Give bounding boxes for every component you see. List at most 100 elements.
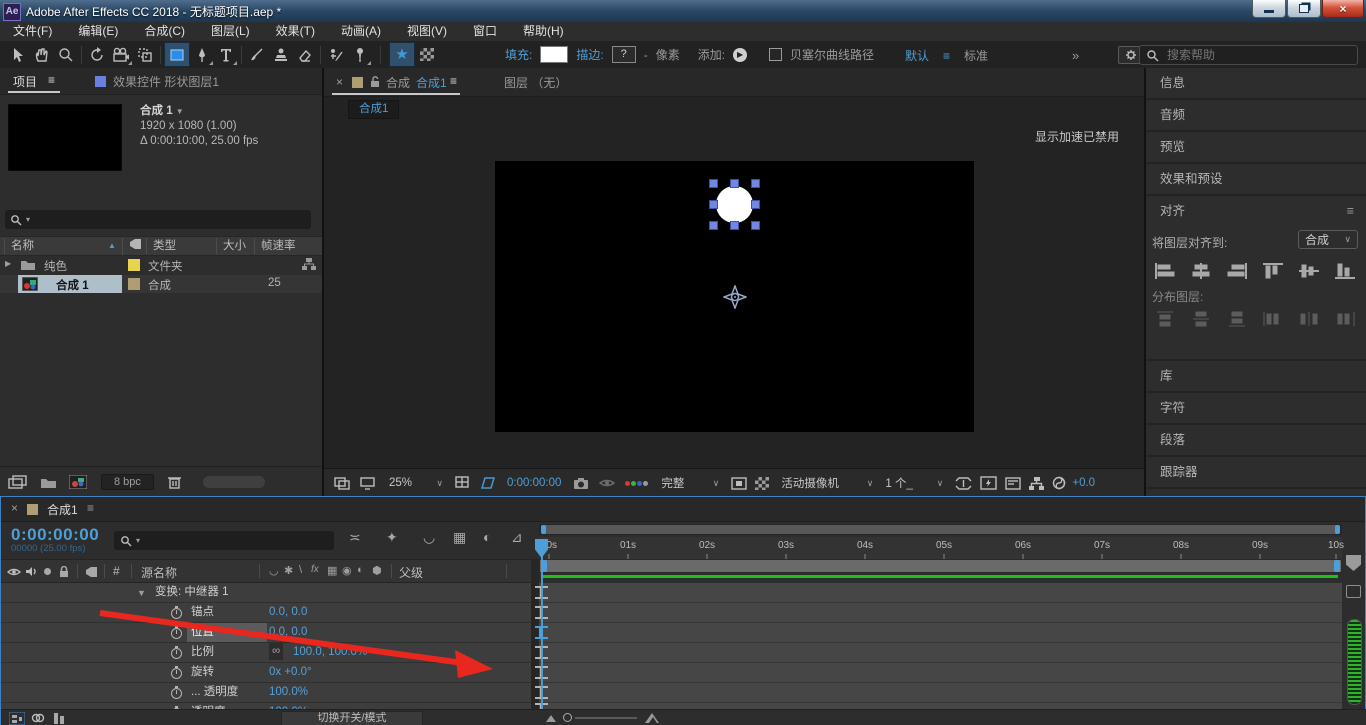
selection-handle[interactable]: [730, 221, 739, 230]
toggle-switches-modes-button[interactable]: 切换开关/模式: [281, 711, 423, 725]
minimize-button[interactable]: [1252, 0, 1286, 18]
clone-stamp-tool[interactable]: [269, 43, 293, 66]
group-label[interactable]: 变换: 中继器 1: [155, 583, 228, 602]
column-framerate[interactable]: 帧速率: [254, 238, 321, 254]
close-button[interactable]: ×: [1322, 0, 1364, 18]
align-right-button[interactable]: [1226, 262, 1250, 282]
trash-icon[interactable]: [168, 475, 181, 489]
composition-mini-flowchart-icon[interactable]: ≍: [349, 529, 361, 546]
label-color-swatch[interactable]: [128, 278, 140, 290]
align-left-button[interactable]: [1154, 262, 1178, 282]
timeline-search-input[interactable]: [140, 532, 328, 549]
help-search-input[interactable]: [1165, 47, 1351, 63]
hand-tool[interactable]: [30, 43, 54, 66]
stopwatch-icon[interactable]: [171, 688, 182, 699]
viewer-tab-comp-label[interactable]: 合成: [386, 74, 410, 91]
menu-item-view[interactable]: 视图(V): [394, 22, 460, 41]
brush-tool[interactable]: [245, 43, 269, 66]
track-area[interactable]: [539, 583, 1342, 709]
panel-preview[interactable]: 预览: [1146, 132, 1366, 164]
workspace-standard[interactable]: 标准: [964, 47, 988, 64]
camera-tool[interactable]: [109, 43, 133, 66]
stopwatch-icon[interactable]: [171, 608, 182, 619]
align-center-horizontal-button[interactable]: [1190, 262, 1214, 282]
property-value[interactable]: 100.0, 100.0%: [293, 643, 367, 662]
fast-preview-icon[interactable]: [980, 476, 997, 490]
add-menu-button[interactable]: ▶: [733, 48, 747, 62]
project-search-input[interactable]: [30, 211, 306, 228]
distribute-vcenter-button[interactable]: [1190, 310, 1214, 330]
distribute-left-button[interactable]: [1262, 310, 1286, 330]
camera-view-dropdown[interactable]: 活动摄像机∨: [777, 475, 877, 491]
panel-align-header[interactable]: 对齐 ≡: [1146, 196, 1366, 226]
property-value[interactable]: 0x +0.0°: [269, 663, 312, 682]
pen-tool[interactable]: [190, 43, 214, 66]
tab-effect-controls[interactable]: 效果控件 形状图层1: [113, 73, 219, 90]
horizontal-scrollbar[interactable]: [203, 476, 265, 488]
frame-blending-icon[interactable]: ▦: [453, 529, 466, 546]
hide-shy-layers-icon[interactable]: ◡: [423, 529, 435, 546]
timeline-search[interactable]: ▾: [114, 531, 334, 550]
framerate-switch-icon[interactable]: \: [299, 564, 302, 576]
rotation-tool[interactable]: [85, 43, 109, 66]
viewer-tab-comp-name[interactable]: 合成1: [416, 74, 447, 91]
label-color-swatch[interactable]: [128, 259, 140, 271]
zoom-slider-knob[interactable]: [563, 713, 572, 722]
menu-item-help[interactable]: 帮助(H): [510, 22, 577, 41]
selection-handle[interactable]: [751, 221, 760, 230]
menu-item-window[interactable]: 窗口: [460, 22, 510, 41]
zoom-tool[interactable]: [54, 43, 78, 66]
interpret-footage-icon[interactable]: [8, 475, 28, 489]
lock-icon[interactable]: [59, 566, 69, 578]
property-row-anchor[interactable]: 锚点 0.0, 0.0: [1, 603, 531, 623]
effects-switch-icon[interactable]: ✱: [284, 564, 293, 577]
stroke-label[interactable]: 描边:: [576, 46, 603, 63]
work-area-bar[interactable]: [539, 559, 1342, 573]
fill-label[interactable]: 填充:: [505, 46, 532, 63]
grid-guides-icon[interactable]: [455, 476, 471, 490]
channel-dropdown[interactable]: 完整∨: [657, 475, 723, 491]
puppet-pin-tool[interactable]: [348, 43, 372, 66]
label-tag-icon[interactable]: [85, 566, 98, 578]
show-snapshot-eye-icon[interactable]: [599, 478, 615, 488]
sort-ascending-icon[interactable]: ▲: [108, 241, 116, 250]
property-label[interactable]: 位置: [191, 623, 214, 642]
stopwatch-icon[interactable]: [171, 668, 182, 679]
zoom-in-mountain-icon[interactable]: [645, 712, 659, 723]
audio-speaker-icon[interactable]: [26, 566, 37, 577]
expand-icon[interactable]: ▶: [5, 259, 11, 268]
playhead-line[interactable]: [541, 539, 543, 709]
composition-canvas[interactable]: [495, 161, 974, 432]
column-size[interactable]: 大小: [216, 238, 257, 254]
panel-libraries[interactable]: 库: [1146, 361, 1366, 393]
time-ruler[interactable]: 00s 01s 02s 03s 04s 05s 06s 07s 08s 09s …: [539, 537, 1342, 560]
menu-item-layer[interactable]: 图层(L): [198, 22, 263, 41]
distribute-right-button[interactable]: [1334, 310, 1358, 330]
shape-layer-toggle[interactable]: ★: [389, 42, 415, 67]
view-layout-dropdown[interactable]: 1 个_∨: [881, 475, 947, 491]
region-of-interest-icon[interactable]: [479, 476, 497, 490]
column-type[interactable]: 类型: [146, 238, 219, 254]
project-row-comp1[interactable]: 合成 1 合成 25: [0, 275, 322, 293]
close-tab-icon[interactable]: ×: [336, 75, 343, 89]
distribute-hcenter-button[interactable]: [1298, 310, 1322, 330]
color-depth-button[interactable]: 8 bpc: [101, 474, 154, 490]
scrollbar-right-cap[interactable]: [1335, 525, 1340, 534]
selection-handle[interactable]: [751, 179, 760, 188]
anchor-point-icon[interactable]: [723, 285, 747, 309]
menu-item-effect[interactable]: 效果(T): [263, 22, 328, 41]
solo-icon[interactable]: [44, 568, 51, 575]
zoom-slider-track[interactable]: [575, 717, 637, 719]
property-label[interactable]: 比例: [191, 643, 214, 662]
property-value[interactable]: 0.0, 0.0: [269, 603, 307, 622]
timeline-tab-comp1[interactable]: 合成1: [47, 501, 78, 518]
tab-project[interactable]: 项目: [13, 73, 37, 90]
roto-brush-tool[interactable]: [324, 43, 348, 66]
expand-layer-switches-icon[interactable]: [9, 712, 25, 725]
selection-handle[interactable]: [709, 221, 718, 230]
workspace-default[interactable]: 默认: [905, 47, 929, 64]
work-area-end-handle[interactable]: [1334, 560, 1340, 572]
panel-info[interactable]: 信息: [1146, 68, 1366, 100]
panel-paragraph[interactable]: 段落: [1146, 425, 1366, 457]
pan-behind-tool[interactable]: [133, 43, 157, 66]
